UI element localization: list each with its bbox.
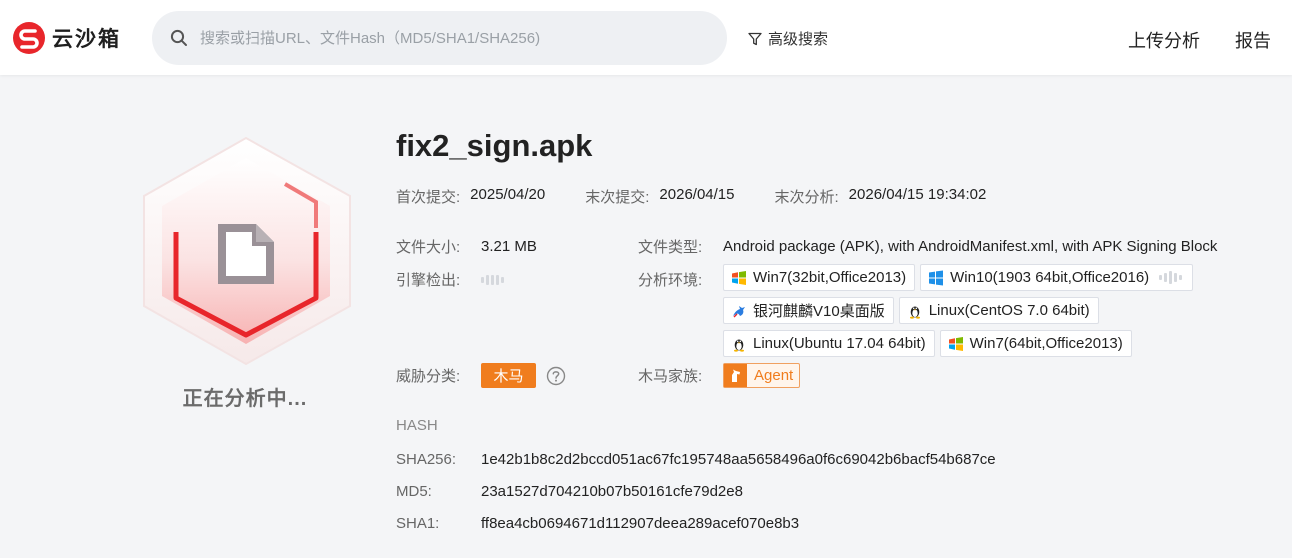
env-label: Win10(1903 64bit,Office2016) (950, 269, 1150, 286)
submission-dates: 首次提交: 2025/04/20 末次提交: 2026/04/15 末次分析: … (396, 186, 1026, 207)
env-label: Linux(Ubuntu 17.04 64bit) (753, 335, 926, 352)
analysis-env-label: 分析环境: (638, 272, 703, 289)
sha256-row: SHA256: 1e42b1b8c2d2bccd051ac67fc195748a… (396, 451, 996, 468)
hash-section-title: HASH (396, 417, 438, 434)
first-submit-value: 2025/04/20 (470, 186, 546, 203)
file-type-value: Android package (APK), with AndroidManif… (723, 238, 1218, 255)
md5-value[interactable]: 23a1527d704210b07b50161cfe79d2e8 (481, 483, 743, 500)
env-label: Linux(CentOS 7.0 64bit) (928, 302, 1090, 319)
sha256-label: SHA256: (396, 451, 457, 468)
analysis-status-graphic (130, 128, 370, 368)
linux-tux-icon (909, 306, 920, 319)
env-tag-win10[interactable]: Win10(1903 64bit,Office2016) (920, 264, 1194, 291)
trojan-family-row: 木马家族: Agent (638, 363, 801, 388)
file-type-row: 文件类型: Android package (APK), with Androi… (638, 236, 1217, 257)
trojan-family-value: Agent (754, 367, 794, 384)
first-submit-label: 首次提交: (396, 189, 461, 206)
windows10-icon (929, 270, 944, 285)
sha1-value[interactable]: ff8ea4cb0694671d112907deea289acef070e8b3 (481, 515, 799, 532)
file-type-label: 文件类型: (638, 239, 703, 256)
windows-flag-icon (948, 336, 963, 351)
analysis-status-text: 正在分析中... (182, 388, 308, 410)
sha256-value[interactable]: 1e42b1b8c2d2bccd051ac67fc195748aa5658496… (481, 451, 996, 468)
nav-report[interactable]: 报告 (1235, 27, 1271, 53)
advanced-search-button[interactable]: 高级搜索 (748, 28, 828, 49)
hexagon-shield-icon (143, 136, 351, 366)
env-label: 银河麒麟V10桌面版 (753, 303, 885, 320)
logo[interactable]: 云沙箱 (12, 20, 121, 56)
logo-icon (13, 22, 45, 54)
analysis-env-list: Win7(32bit,Office2013) Win10(1903 64bit,… (723, 264, 1263, 363)
linux-tux-icon (734, 339, 744, 352)
nav-upload-analysis[interactable]: 上传分析 (1128, 27, 1200, 53)
engine-detection-label: 引擎检出: (396, 272, 461, 289)
windows-flag-icon (732, 270, 746, 285)
env-tag-win7-32[interactable]: Win7(32bit,Office2013) (723, 264, 916, 291)
file-name-title: fix2_sign.apk (396, 128, 593, 163)
file-size-row: 文件大小: 3.21 MB (396, 236, 537, 257)
md5-row: MD5: 23a1527d704210b07b50161cfe79d2e8 (396, 483, 743, 500)
env-tag-kylin[interactable]: 银河麒麟V10桌面版 (723, 297, 894, 324)
search-input[interactable] (200, 23, 720, 53)
last-submit-label: 末次提交: (585, 189, 650, 206)
search-bar[interactable] (152, 11, 727, 65)
md5-label: MD5: (396, 483, 432, 500)
threat-class-badge[interactable]: 木马 (481, 363, 536, 388)
logo-text: 云沙箱 (52, 27, 121, 51)
last-submit-value: 2026/04/15 (659, 186, 735, 203)
advanced-search-label: 高级搜索 (768, 31, 829, 48)
last-analysis-value: 2026/04/15 19:34:02 (848, 186, 987, 203)
loading-bars-icon (1159, 271, 1184, 285)
last-analysis-label: 末次分析: (774, 189, 839, 206)
loading-bars-icon (481, 273, 506, 287)
env-tag-win7-64[interactable]: Win7(64bit,Office2013) (939, 330, 1132, 357)
analysis-env-row: 分析环境: (638, 269, 723, 290)
env-tag-centos[interactable]: Linux(CentOS 7.0 64bit) (898, 297, 1099, 324)
sha1-row: SHA1: ff8ea4cb0694671d112907deea289acef0… (396, 515, 799, 532)
env-tag-ubuntu[interactable]: Linux(Ubuntu 17.04 64bit) (723, 330, 935, 357)
kylin-icon (733, 305, 745, 317)
help-question-icon[interactable] (546, 366, 566, 386)
threat-class-label: 威胁分类: (396, 368, 461, 385)
env-label: Win7(64bit,Office2013) (969, 335, 1123, 352)
sha1-label: SHA1: (396, 515, 440, 532)
env-label: Win7(32bit,Office2013) (753, 269, 907, 286)
filter-icon (748, 32, 762, 45)
engine-detection-row: 引擎检出: (396, 269, 506, 290)
top-header: 云沙箱 高级搜索 上传分析 报告 (0, 0, 1292, 75)
search-icon (170, 29, 187, 46)
file-size-label: 文件大小: (396, 239, 461, 256)
trojan-horse-icon (724, 364, 747, 387)
trojan-family-tag[interactable]: Agent (723, 363, 801, 388)
file-size-value: 3.21 MB (481, 238, 537, 255)
trojan-family-label: 木马家族: (638, 368, 703, 385)
threat-class-row: 威胁分类: 木马 (396, 363, 566, 388)
